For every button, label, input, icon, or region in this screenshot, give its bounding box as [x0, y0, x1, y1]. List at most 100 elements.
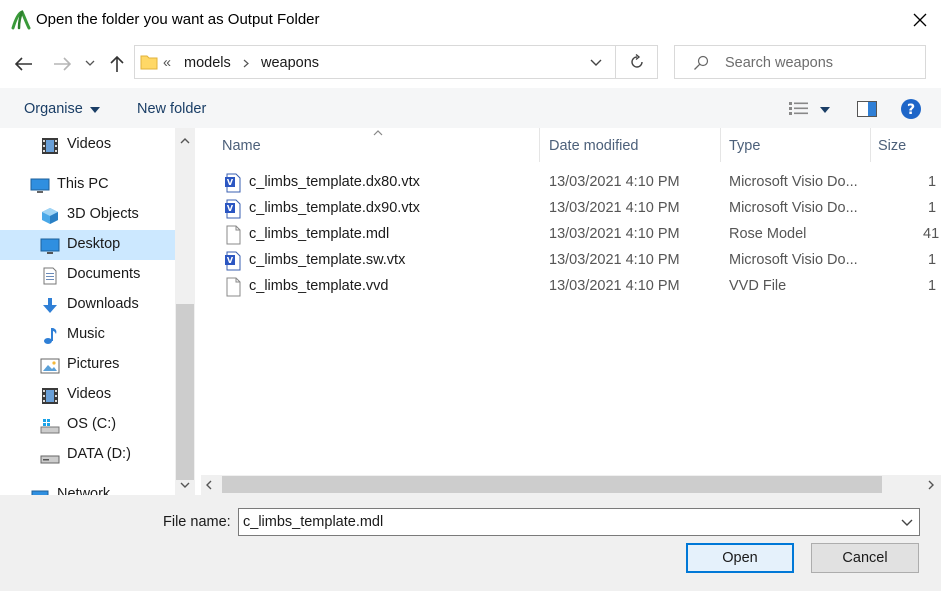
sidebar-item-label: Network — [57, 486, 111, 495]
back-button[interactable] — [10, 50, 38, 78]
forward-button[interactable] — [48, 50, 76, 78]
sidebar-item-label: Music — [67, 326, 105, 342]
music-icon — [44, 328, 57, 344]
sidebar-item-downloads[interactable]: Downloads — [0, 290, 175, 320]
file-row[interactable]: V c_limbs_template.dx80.vtx 13/03/2021 4… — [221, 170, 941, 196]
column-header-date-modified[interactable]: Date modified — [549, 138, 638, 154]
title-bar: Open the folder you want as Output Folde… — [0, 0, 941, 40]
column-divider[interactable] — [720, 128, 721, 162]
recent-locations-button[interactable] — [82, 54, 98, 72]
navigation-bar: « models weapons Search weapons — [0, 40, 941, 88]
address-bar[interactable]: « models weapons — [134, 45, 616, 79]
file-name-dropdown-icon[interactable] — [901, 519, 913, 526]
file-row[interactable]: V c_limbs_template.dx90.vtx 13/03/2021 4… — [221, 196, 941, 222]
documents-icon — [43, 267, 57, 285]
sidebar-item-documents[interactable]: Documents — [0, 260, 175, 290]
visio-file-icon: V — [225, 251, 241, 271]
file-name: c_limbs_template.vvd — [249, 278, 389, 294]
refresh-icon — [630, 54, 643, 68]
file-name: c_limbs_template.mdl — [249, 226, 390, 242]
file-type: Microsoft Visio Do... — [729, 174, 858, 190]
chevron-down-icon — [85, 60, 95, 66]
sidebar-item-label: DATA (D:) — [67, 446, 131, 462]
open-button[interactable]: Open — [686, 543, 794, 573]
folder-icon — [140, 55, 158, 70]
sidebar-item-network[interactable]: Network — [0, 480, 175, 495]
sidebar-item-this-pc[interactable]: This PC — [0, 170, 175, 200]
svg-text:V: V — [227, 204, 234, 213]
desktop-icon — [40, 238, 60, 254]
search-box[interactable]: Search weapons — [674, 45, 926, 79]
pictures-icon — [40, 358, 60, 374]
file-name-field[interactable]: c_limbs_template.mdl — [238, 508, 920, 536]
file-name-value[interactable]: c_limbs_template.mdl — [243, 514, 383, 530]
sidebar-item-label: This PC — [57, 176, 109, 192]
file-size: 1 — [928, 278, 937, 294]
scroll-left-icon[interactable] — [206, 480, 212, 490]
file-type: Rose Model — [729, 226, 807, 242]
file-name: c_limbs_template.dx90.vtx — [249, 200, 420, 216]
up-button[interactable] — [104, 50, 130, 78]
close-button[interactable] — [904, 6, 936, 34]
close-icon — [913, 13, 927, 27]
downloads-icon — [43, 298, 57, 313]
organise-button[interactable]: Organise — [24, 101, 83, 117]
view-dropdown-icon[interactable] — [820, 107, 830, 113]
navigation-pane: Videos This PC 3D Objects Desktop Docume… — [0, 128, 197, 495]
file-type: Microsoft Visio Do... — [729, 252, 858, 268]
svg-text:V: V — [227, 256, 234, 265]
sidebar-item-data-d[interactable]: DATA (D:) — [0, 440, 175, 470]
file-date: 13/03/2021 4:10 PM — [549, 174, 680, 190]
chevron-right-icon — [243, 59, 249, 68]
refresh-button[interactable] — [616, 45, 658, 79]
breadcrumb-models[interactable]: models — [184, 55, 231, 71]
generic-file-icon — [226, 225, 241, 245]
network-icon — [31, 490, 49, 495]
scroll-right-icon[interactable] — [928, 480, 934, 490]
search-input[interactable]: Search weapons — [725, 55, 833, 71]
videos-icon — [42, 388, 58, 404]
sidebar-item-desktop[interactable]: Desktop — [0, 230, 175, 260]
sidebar-item-videos-quick[interactable]: Videos — [0, 130, 175, 160]
sidebar-item-os-c[interactable]: OS (C:) — [0, 410, 175, 440]
arrow-left-icon — [15, 57, 32, 71]
open-button-label: Open — [722, 550, 758, 566]
app-logo-icon — [11, 10, 31, 30]
sidebar-scroll-thumb[interactable] — [176, 304, 194, 480]
file-row[interactable]: c_limbs_template.mdl 13/03/2021 4:10 PM … — [221, 222, 941, 248]
address-dropdown-icon[interactable] — [590, 59, 602, 66]
file-date: 13/03/2021 4:10 PM — [549, 200, 680, 216]
column-header-type[interactable]: Type — [729, 138, 760, 154]
column-divider[interactable] — [870, 128, 871, 162]
column-header-size[interactable]: Size — [878, 138, 906, 154]
generic-file-icon — [226, 277, 241, 297]
drive-icon — [40, 419, 60, 434]
file-size: 1 — [928, 174, 937, 190]
breadcrumb-weapons[interactable]: weapons — [261, 55, 319, 71]
preview-pane-icon[interactable] — [857, 101, 877, 117]
breadcrumb-overflow[interactable]: « — [163, 55, 171, 71]
column-divider[interactable] — [539, 128, 540, 162]
organise-dropdown-icon — [90, 107, 100, 113]
new-folder-button[interactable]: New folder — [137, 101, 206, 117]
help-icon[interactable]: ? — [900, 98, 922, 120]
file-name: c_limbs_template.dx80.vtx — [249, 174, 420, 190]
file-row[interactable]: V c_limbs_template.sw.vtx 13/03/2021 4:1… — [221, 248, 941, 274]
sidebar-item-music[interactable]: Music — [0, 320, 175, 350]
sidebar-item-3d-objects[interactable]: 3D Objects — [0, 200, 175, 230]
sidebar-item-label: Downloads — [67, 296, 139, 312]
cancel-button[interactable]: Cancel — [811, 543, 919, 573]
scroll-down-icon[interactable] — [180, 482, 190, 488]
view-details-icon[interactable] — [788, 101, 810, 115]
sidebar-item-videos[interactable]: Videos — [0, 380, 175, 410]
file-row[interactable]: c_limbs_template.vvd 13/03/2021 4:10 PM … — [221, 274, 941, 300]
scroll-up-icon[interactable] — [180, 138, 190, 144]
3d-objects-icon — [42, 208, 58, 224]
file-size: 1 — [928, 252, 937, 268]
file-name-label: File name: — [163, 514, 231, 530]
sidebar-item-pictures[interactable]: Pictures — [0, 350, 175, 380]
file-list-scroll-thumb[interactable] — [222, 476, 882, 493]
sidebar-item-label: Videos — [67, 386, 112, 402]
column-header-name[interactable]: Name — [222, 138, 261, 154]
sort-ascending-icon — [373, 130, 383, 136]
